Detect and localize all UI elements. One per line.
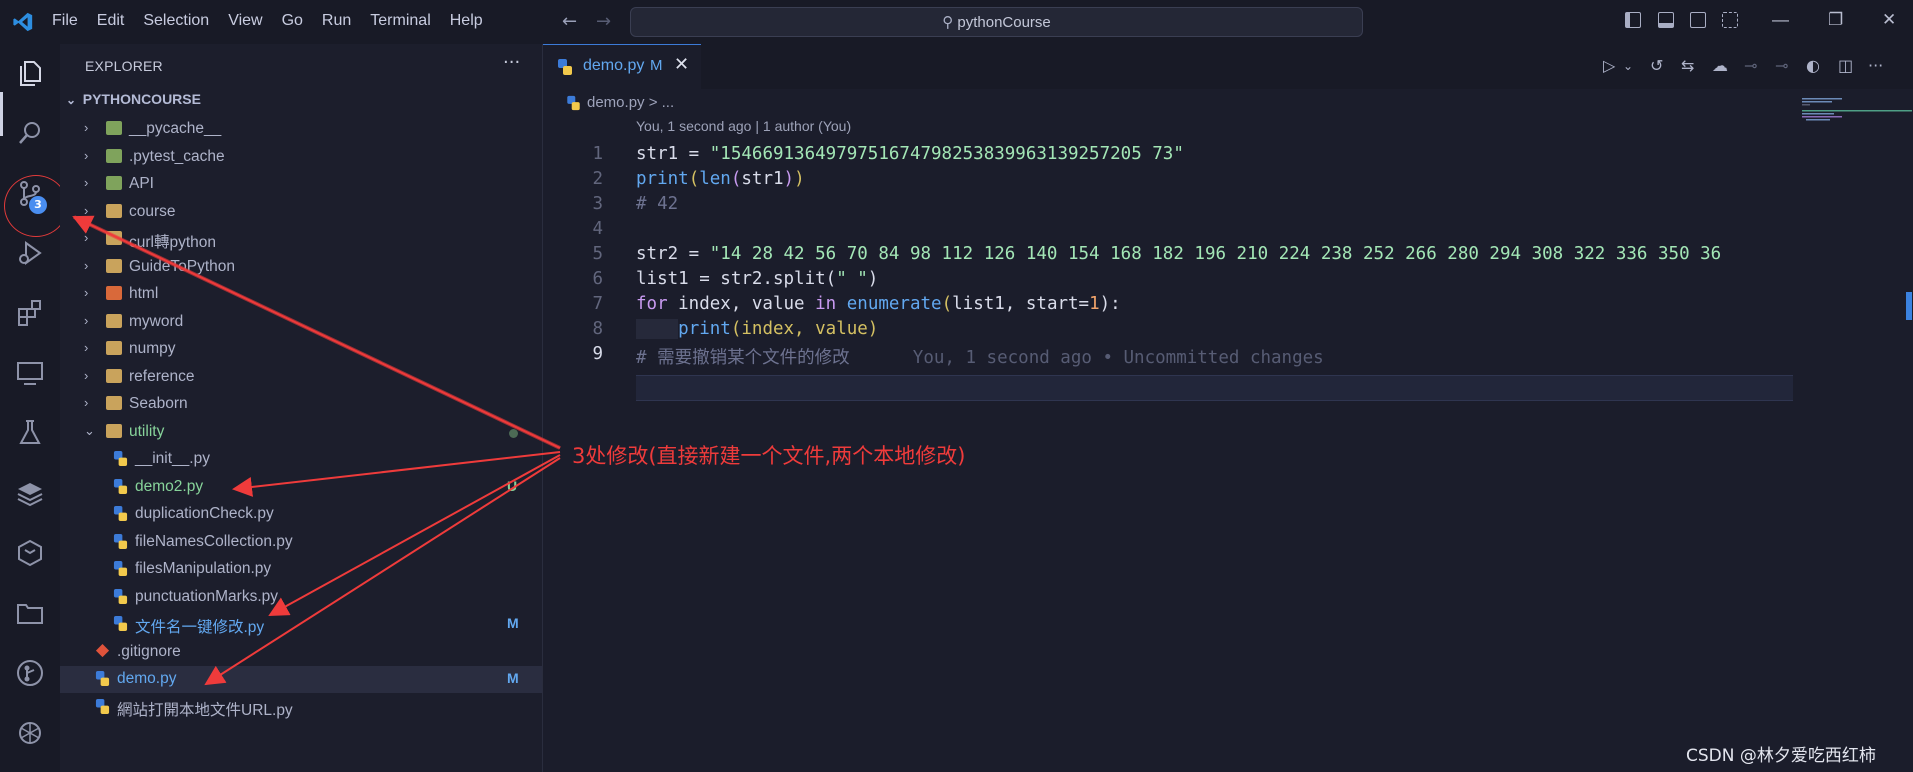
watermark: CSDN @林夕爱吃西红柿 [1686, 746, 1876, 766]
annotation-text: 3处修改(直接新建一个文件,两个本地修改) [572, 444, 966, 468]
arrow-to-demo2 [232, 451, 561, 497]
arrow-to-demo [204, 457, 561, 686]
annotation-arrows [72, 215, 561, 686]
